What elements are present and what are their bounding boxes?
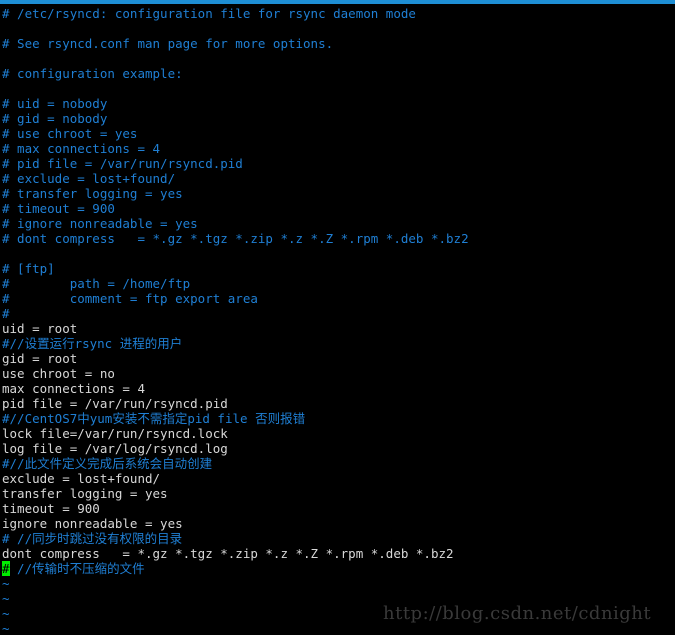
- editor-line-text: timeout = 900: [2, 501, 100, 516]
- editor-comment-line[interactable]: # max connections = 4: [2, 141, 675, 156]
- editor-comment-line[interactable]: #: [2, 306, 675, 321]
- editor-comment-line[interactable]: # comment = ftp export area: [2, 291, 675, 306]
- editor-blank-line: [2, 246, 675, 261]
- editor-comment-line[interactable]: #//CentOS7中yum安装不需指定pid file 否则报错: [2, 411, 675, 426]
- editor-line-text: # comment = ftp export area: [2, 291, 258, 306]
- editor-blank-line: [2, 21, 675, 36]
- editor-line-text: # //同步时跳过没有权限的目录: [2, 531, 183, 546]
- editor-empty-line-tilde: ~: [2, 591, 675, 606]
- editor-line-text: # exclude = lost+found/: [2, 171, 176, 186]
- editor-config-line[interactable]: exclude = lost+found/: [2, 471, 675, 486]
- editor-line-text: # [ftp]: [2, 261, 55, 276]
- editor-comment-line[interactable]: # uid = nobody: [2, 96, 675, 111]
- editor-line-text: transfer logging = yes: [2, 486, 168, 501]
- editor-comment-line[interactable]: # timeout = 900: [2, 201, 675, 216]
- editor-line-text: # configuration example:: [2, 66, 183, 81]
- editor-line-text: #//此文件定义完成后系统会自动创建: [2, 456, 213, 471]
- tilde-glyph: ~: [2, 576, 10, 591]
- editor-line-text: # max connections = 4: [2, 141, 161, 156]
- editor-line-text: # use chroot = yes: [2, 126, 138, 141]
- editor-comment-line[interactable]: # pid file = /var/run/rsyncd.pid: [2, 156, 675, 171]
- editor-comment-line[interactable]: # dont compress = *.gz *.tgz *.zip *.z *…: [2, 231, 675, 246]
- vim-editor-buffer[interactable]: # /etc/rsyncd: configuration file for rs…: [0, 4, 675, 635]
- editor-line-text: use chroot = no: [2, 366, 115, 381]
- editor-line-with-cursor[interactable]: # //传输时不压缩的文件: [2, 561, 675, 576]
- editor-empty-line-tilde: ~: [2, 621, 675, 635]
- editor-line-text: # uid = nobody: [2, 96, 108, 111]
- editor-config-line[interactable]: dont compress = *.gz *.tgz *.zip *.z *.Z…: [2, 546, 675, 561]
- editor-line-text: # /etc/rsyncd: configuration file for rs…: [2, 6, 416, 21]
- editor-line-text: uid = root: [2, 321, 78, 336]
- editor-line-text: # ignore nonreadable = yes: [2, 216, 198, 231]
- editor-line-text: gid = root: [2, 351, 78, 366]
- tilde-glyph: ~: [2, 621, 10, 635]
- editor-line-text: # gid = nobody: [2, 111, 108, 126]
- editor-line-text: pid file = /var/run/rsyncd.pid: [2, 396, 228, 411]
- editor-line-text: ignore nonreadable = yes: [2, 516, 183, 531]
- tilde-glyph: ~: [2, 606, 10, 621]
- tilde-glyph: ~: [2, 591, 10, 606]
- editor-line-text: # See rsyncd.conf man page for more opti…: [2, 36, 334, 51]
- editor-line-text: # dont compress = *.gz *.tgz *.zip *.z *…: [2, 231, 469, 246]
- editor-blank-line: [2, 81, 675, 96]
- editor-comment-line[interactable]: # //同步时跳过没有权限的目录: [2, 531, 675, 546]
- editor-comment-line[interactable]: # [ftp]: [2, 261, 675, 276]
- editor-config-line[interactable]: log file = /var/log/rsyncd.log: [2, 441, 675, 456]
- editor-comment-line[interactable]: # ignore nonreadable = yes: [2, 216, 675, 231]
- editor-comment-line[interactable]: # use chroot = yes: [2, 126, 675, 141]
- editor-comment-line[interactable]: # See rsyncd.conf man page for more opti…: [2, 36, 675, 51]
- editor-comment-line[interactable]: # exclude = lost+found/: [2, 171, 675, 186]
- editor-comment-line[interactable]: # configuration example:: [2, 66, 675, 81]
- editor-line-text: # transfer logging = yes: [2, 186, 183, 201]
- editor-line-text: exclude = lost+found/: [2, 471, 161, 486]
- text-cursor: #: [2, 561, 10, 576]
- editor-line-text: #//设置运行rsync 进程的用户: [2, 336, 183, 351]
- editor-line-text: //传输时不压缩的文件: [9, 561, 145, 576]
- editor-empty-line-tilde: ~: [2, 576, 675, 591]
- editor-line-text: log file = /var/log/rsyncd.log: [2, 441, 228, 456]
- editor-config-line[interactable]: uid = root: [2, 321, 675, 336]
- editor-line-text: # pid file = /var/run/rsyncd.pid: [2, 156, 243, 171]
- editor-comment-line[interactable]: # gid = nobody: [2, 111, 675, 126]
- editor-comment-line[interactable]: # path = /home/ftp: [2, 276, 675, 291]
- editor-line-text: # path = /home/ftp: [2, 276, 191, 291]
- editor-config-line[interactable]: max connections = 4: [2, 381, 675, 396]
- editor-config-line[interactable]: pid file = /var/run/rsyncd.pid: [2, 396, 675, 411]
- terminal-window: # /etc/rsyncd: configuration file for rs…: [0, 0, 675, 635]
- editor-config-line[interactable]: lock file=/var/run/rsyncd.lock: [2, 426, 675, 441]
- editor-comment-line[interactable]: #//此文件定义完成后系统会自动创建: [2, 456, 675, 471]
- editor-blank-line: [2, 51, 675, 66]
- editor-config-line[interactable]: transfer logging = yes: [2, 486, 675, 501]
- editor-line-text: #//CentOS7中yum安装不需指定pid file 否则报错: [2, 411, 306, 426]
- editor-line-text: lock file=/var/run/rsyncd.lock: [2, 426, 228, 441]
- editor-line-text: max connections = 4: [2, 381, 145, 396]
- editor-line-text: #: [2, 306, 10, 321]
- editor-config-line[interactable]: ignore nonreadable = yes: [2, 516, 675, 531]
- editor-line-text: dont compress = *.gz *.tgz *.zip *.z *.Z…: [2, 546, 454, 561]
- editor-empty-line-tilde: ~: [2, 606, 675, 621]
- editor-comment-line[interactable]: #//设置运行rsync 进程的用户: [2, 336, 675, 351]
- editor-config-line[interactable]: use chroot = no: [2, 366, 675, 381]
- editor-line-text: # timeout = 900: [2, 201, 115, 216]
- editor-config-line[interactable]: gid = root: [2, 351, 675, 366]
- editor-config-line[interactable]: timeout = 900: [2, 501, 675, 516]
- editor-comment-line[interactable]: # /etc/rsyncd: configuration file for rs…: [2, 6, 675, 21]
- editor-comment-line[interactable]: # transfer logging = yes: [2, 186, 675, 201]
